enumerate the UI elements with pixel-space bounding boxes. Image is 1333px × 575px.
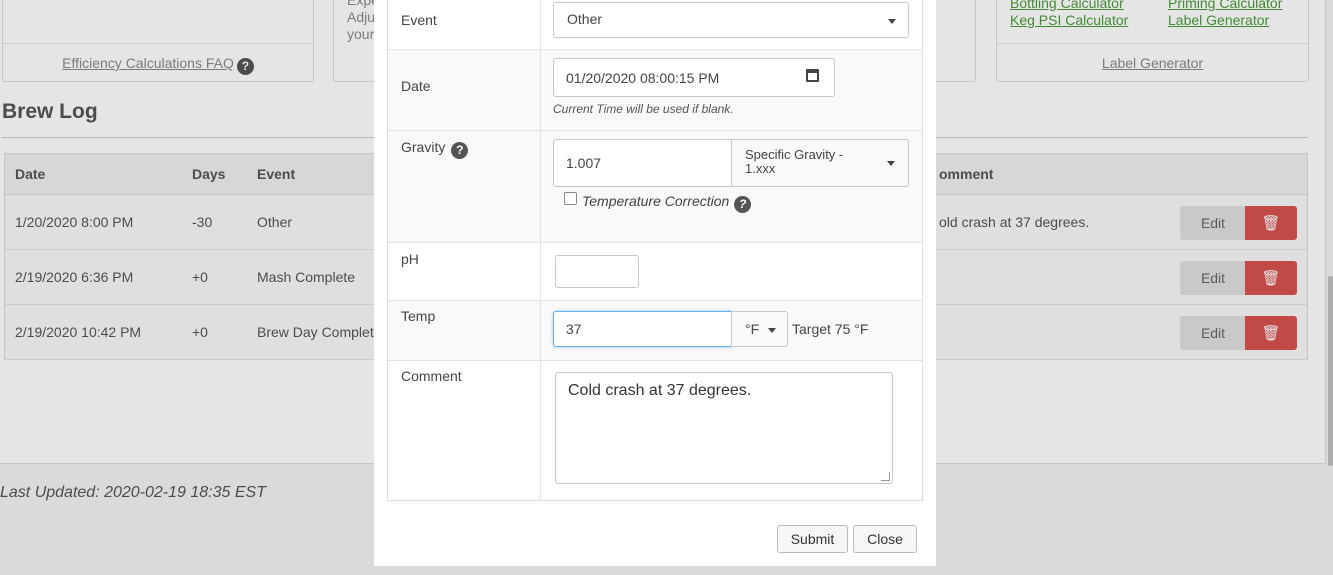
- ph-input[interactable]: [555, 255, 639, 288]
- temperature-correction-checkbox[interactable]: [564, 192, 577, 205]
- calendar-icon[interactable]: [806, 69, 819, 82]
- edit-log-modal: Event Other Date 01/20/2020 08:00:15 PM …: [374, 0, 936, 566]
- ph-row: pH: [388, 243, 922, 301]
- date-label: Date: [401, 78, 431, 94]
- help-icon[interactable]: ?: [451, 142, 469, 159]
- date-input[interactable]: 01/20/2020 08:00:15 PM: [553, 58, 835, 97]
- gravity-unit-select[interactable]: Specific Gravity - 1.xxx: [731, 139, 909, 187]
- temp-row: Temp °F Target 75 °F: [388, 301, 922, 361]
- gravity-label: Gravity?: [401, 139, 469, 159]
- date-input-value: 01/20/2020 08:00:15 PM: [566, 70, 720, 86]
- gravity-unit-line-1: Specific Gravity -: [745, 147, 844, 162]
- temperature-correction-text: Temperature Correction: [582, 193, 730, 209]
- date-row: Date 01/20/2020 08:00:15 PM Current Time…: [388, 50, 922, 131]
- event-label: Event: [401, 12, 437, 28]
- chevron-down-icon: [888, 19, 896, 24]
- comment-label: Comment: [401, 368, 462, 384]
- comment-textarea-value: Cold crash at 37 degrees.: [568, 382, 752, 399]
- temp-label: Temp: [401, 308, 436, 324]
- temp-input[interactable]: [553, 311, 732, 347]
- comment-row: Comment Cold crash at 37 degrees.: [388, 361, 922, 501]
- ph-label: pH: [401, 251, 419, 267]
- comment-textarea[interactable]: Cold crash at 37 degrees.: [555, 372, 893, 484]
- gravity-input[interactable]: [553, 139, 732, 187]
- event-select[interactable]: Other: [553, 2, 909, 38]
- close-button[interactable]: Close: [853, 525, 917, 553]
- event-row: Event Other: [388, 0, 922, 50]
- gravity-row: Gravity? Specific Gravity - 1.xxx Temper…: [388, 131, 922, 243]
- date-hint: Current Time will be used if blank.: [553, 102, 734, 116]
- log-entry-form: Event Other Date 01/20/2020 08:00:15 PM …: [387, 0, 923, 501]
- temp-target: Target 75 °F: [792, 321, 869, 337]
- help-icon[interactable]: ?: [734, 196, 752, 213]
- temp-unit-value: °F: [745, 321, 760, 337]
- gravity-label-text: Gravity: [401, 139, 446, 155]
- temp-unit-select[interactable]: °F: [731, 311, 788, 347]
- resize-handle-icon[interactable]: [881, 472, 890, 481]
- chevron-down-icon: [768, 328, 776, 333]
- event-select-value: Other: [567, 11, 603, 27]
- chevron-down-icon: [887, 161, 895, 166]
- gravity-unit-line-2: 1.xxx: [745, 161, 776, 176]
- submit-button[interactable]: Submit: [777, 525, 848, 553]
- temperature-correction-label: Temperature Correction?: [582, 193, 752, 213]
